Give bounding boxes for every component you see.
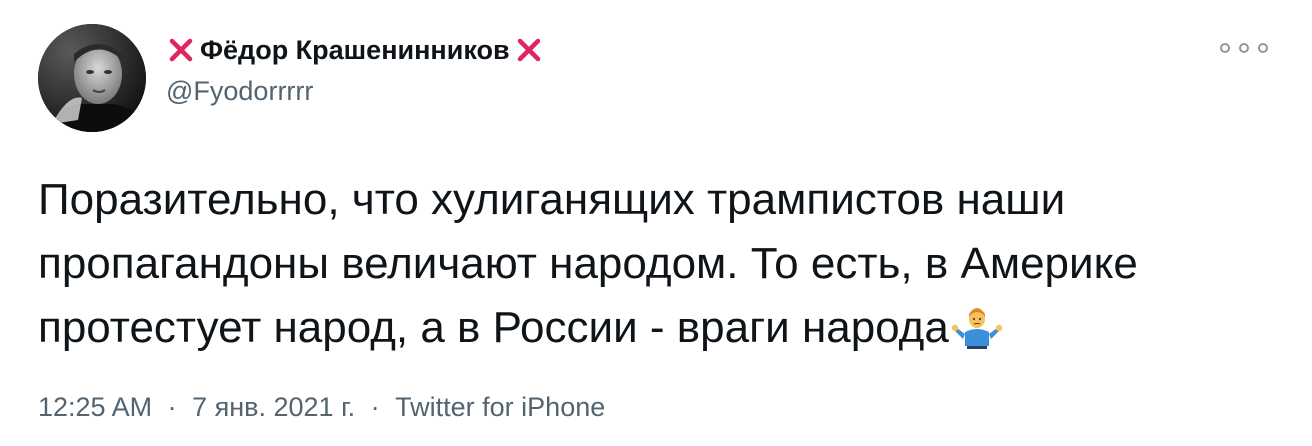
tweet-text-line: Поразительно, что хулиганящих трампистов… xyxy=(38,175,1066,224)
tweet-card: Фёдор Крашенинников @Fyodorrrrr Поразите… xyxy=(0,0,1312,446)
avatar[interactable] xyxy=(38,24,146,132)
tweet-date[interactable]: 7 янв. 2021 г. xyxy=(192,392,355,422)
more-dot xyxy=(1220,43,1230,53)
author-name-row[interactable]: Фёдор Крашенинников xyxy=(166,30,544,70)
tweet-text: Поразительно, что хулиганящих трампистов… xyxy=(38,168,1278,360)
tweet-text-line-last: протестует народ, а в России - враги нар… xyxy=(38,296,1278,360)
more-dot xyxy=(1239,43,1249,53)
tweet-source-link[interactable]: Twitter for iPhone xyxy=(395,392,605,422)
tweet-header: Фёдор Крашенинников @Fyodorrrrr xyxy=(166,30,544,107)
profile-photo-icon xyxy=(38,24,146,132)
tweet-meta: 12:25 AM · 7 янв. 2021 г. · Twitter for … xyxy=(38,392,605,423)
more-options-icon[interactable] xyxy=(1220,36,1268,60)
meta-separator: · xyxy=(370,392,380,422)
tweet-text-line: пропагандоны величают народом. То есть, … xyxy=(38,239,1138,288)
cross-mark-icon xyxy=(514,35,544,65)
person-shrugging-emoji-icon xyxy=(951,302,1003,350)
cross-mark-icon xyxy=(166,35,196,65)
meta-separator: · xyxy=(167,392,177,422)
tweet-time[interactable]: 12:25 AM xyxy=(38,392,152,422)
more-dot xyxy=(1258,43,1268,53)
tweet-text-line: протестует народ, а в России - враги нар… xyxy=(38,303,949,352)
author-display-name[interactable]: Фёдор Крашенинников xyxy=(200,35,510,66)
author-handle[interactable]: @Fyodorrrrr xyxy=(166,76,544,107)
